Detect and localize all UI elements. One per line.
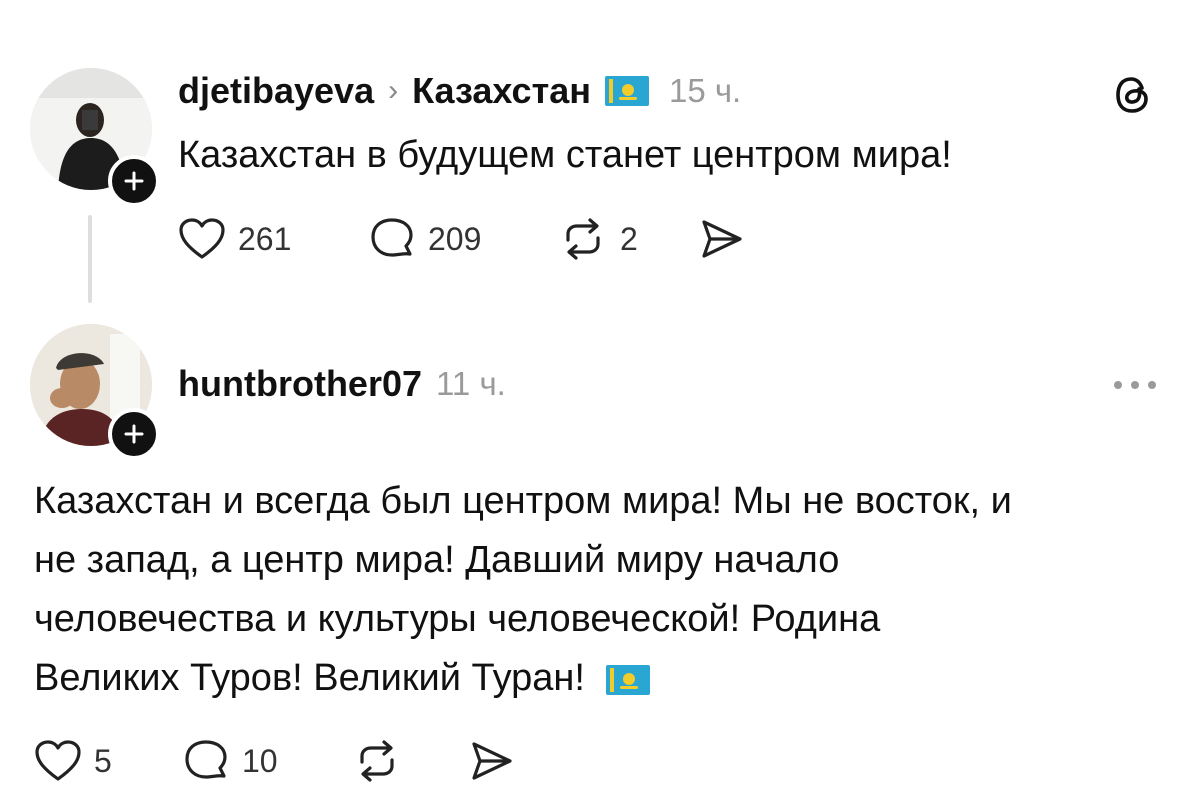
kazakhstan-flag-icon (604, 76, 649, 106)
more-dots-icon[interactable] (1112, 378, 1158, 396)
share-button[interactable] (468, 738, 516, 784)
post-2-text-line-1: Казахстан и всегда был центром мира! Мы … (34, 480, 1012, 522)
post-1-username[interactable]: djetibayeva (178, 70, 374, 112)
post-1: djetibayeva › Казахстан 15 ч. Казахстан … (0, 0, 1200, 320)
comment-bubble-icon (185, 740, 227, 779)
comment-count: 10 (242, 742, 278, 779)
share-button[interactable] (698, 216, 746, 262)
repost-count: 2 (620, 220, 638, 257)
post-2-time: 11 ч. (436, 365, 506, 402)
comment-count: 209 (428, 220, 482, 257)
post-2-text-line-4-content: Великих Туров! Великий Туран! (34, 657, 585, 699)
post-2-text-line-3: человечества и культуры человеческой! Ро… (34, 598, 881, 640)
share-send-icon (472, 742, 512, 780)
post-1-actions: 261 209 2 (178, 214, 746, 264)
post-1-thread-line (88, 215, 92, 303)
like-button[interactable]: 5 (34, 739, 182, 783)
post-2-text-line-2: не запад, а центр мира! Давший миру нача… (34, 539, 840, 581)
share-send-icon (702, 220, 742, 258)
comment-button[interactable]: 209 (368, 216, 558, 262)
repost-button[interactable]: 2 (558, 216, 698, 262)
threads-logo-icon[interactable] (1112, 74, 1154, 121)
post-2-actions: 5 10 (34, 736, 516, 786)
post-1-follow-button[interactable] (108, 155, 160, 207)
post-2-text-line-4: Великих Туров! Великий Туран! (34, 649, 1012, 708)
post-1-header: djetibayeva › Казахстан 15 ч. (178, 70, 741, 112)
comment-button[interactable]: 10 (182, 738, 352, 784)
repost-icon (566, 218, 600, 260)
post-2-header: huntbrother07 11 ч. (178, 363, 506, 405)
comment-bubble-icon (371, 218, 413, 257)
post-2-username[interactable]: huntbrother07 (178, 363, 422, 405)
chevron-right-icon: › (388, 74, 399, 107)
repost-button[interactable] (352, 738, 468, 784)
heart-icon (35, 740, 81, 781)
plus-icon (124, 424, 144, 444)
kazakhstan-flag-icon (605, 664, 650, 695)
post-1-time: 15 ч. (668, 72, 742, 109)
heart-icon (179, 218, 225, 259)
post-2-text: Казахстан и всегда был центром мира! Мы … (34, 472, 1012, 708)
repost-icon (360, 740, 394, 782)
post-1-community[interactable]: Казахстан (412, 70, 591, 112)
post-2-follow-button[interactable] (108, 408, 160, 460)
plus-icon (124, 171, 144, 191)
like-count: 5 (94, 742, 112, 779)
post-2: huntbrother07 11 ч. Казахстан и всегда б… (0, 320, 1200, 812)
like-button[interactable]: 261 (178, 217, 368, 261)
like-count: 261 (238, 220, 292, 257)
post-1-text: Казахстан в будущем станет центром мира! (178, 134, 952, 176)
